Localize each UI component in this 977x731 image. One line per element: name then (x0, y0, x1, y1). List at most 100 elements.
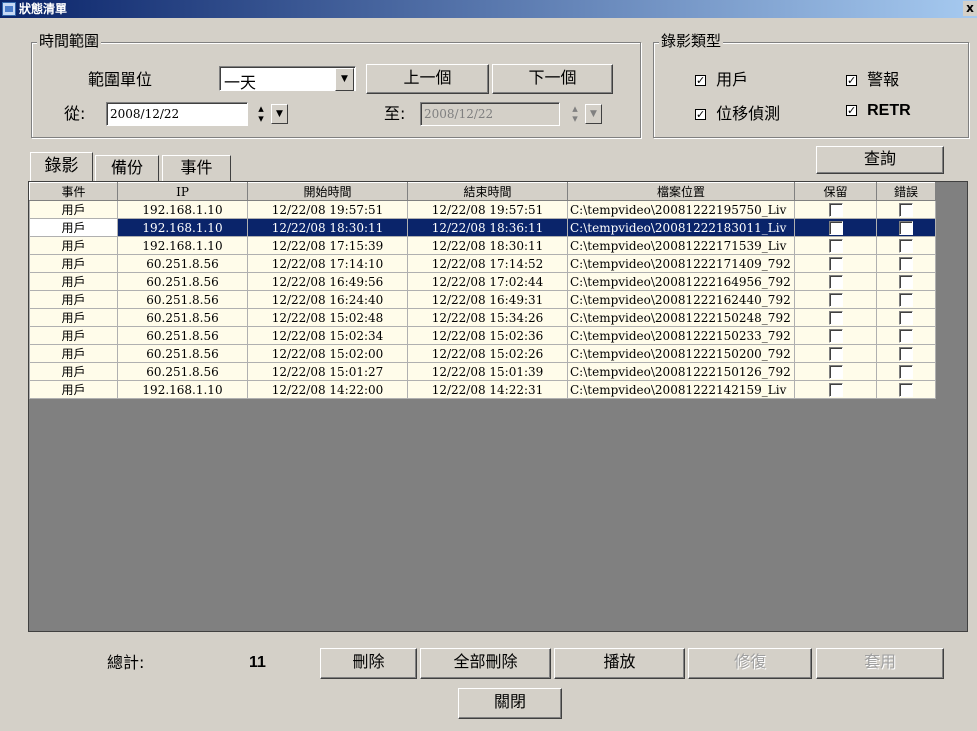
retr-checkbox-label: RETR (867, 102, 911, 119)
tab-recording[interactable]: 錄影 (30, 152, 93, 181)
cell-error (876, 236, 936, 255)
keep-checkbox[interactable] (828, 292, 843, 307)
to-label: 至: (384, 104, 406, 123)
cell-ip: 60.251.8.56 (117, 290, 248, 309)
cell-ip: 192.168.1.10 (117, 380, 248, 399)
cell-keep (794, 290, 877, 309)
cell-path: C:\tempvideo\20081222162440_792 (567, 290, 795, 309)
error-checkbox[interactable] (899, 382, 913, 397)
total-value: 11 (249, 654, 266, 671)
error-checkbox[interactable] (899, 364, 913, 379)
keep-checkbox[interactable] (828, 220, 843, 235)
error-checkbox[interactable] (899, 310, 913, 325)
cell-error (876, 254, 936, 273)
table-row[interactable]: 用戶 192.168.1.10 12/22/08 19:57:51 12/22/08 … (29, 200, 936, 219)
tab-backup[interactable]: 備份 (95, 155, 159, 181)
keep-checkbox[interactable] (828, 310, 843, 325)
col-path-header[interactable]: 檔案位置 (567, 182, 795, 201)
cell-event: 用戶 (29, 218, 118, 237)
table-row[interactable]: 用戶 192.168.1.10 12/22/08 17:15:39 12/22/08 … (29, 236, 936, 255)
cell-event: 用戶 (29, 344, 118, 363)
error-checkbox[interactable] (899, 292, 913, 307)
col-ip-header[interactable]: IP (117, 182, 248, 201)
table-row[interactable]: 用戶 192.168.1.10 12/22/08 18:30:11 12/22/08 … (29, 218, 936, 237)
table-row[interactable]: 用戶 60.251.8.56 12/22/08 15:02:48 12/22/08 1… (29, 308, 936, 327)
keep-checkbox[interactable] (828, 346, 843, 361)
chevron-down-icon[interactable]: ▼ (335, 68, 354, 91)
cell-path: C:\tempvideo\20081222150200_792 (567, 344, 795, 363)
keep-checkbox[interactable] (828, 328, 843, 343)
close-button[interactable]: 關閉 (458, 688, 562, 719)
cell-keep (794, 362, 877, 381)
table-row[interactable]: 用戶 60.251.8.56 12/22/08 15:02:34 12/22/08 1… (29, 326, 936, 345)
error-checkbox[interactable] (899, 274, 913, 289)
col-error-header[interactable]: 錯誤 (876, 182, 936, 201)
table-row[interactable]: 用戶 192.168.1.10 12/22/08 14:22:00 12/22/08 … (29, 380, 936, 399)
cell-keep (794, 380, 877, 399)
error-checkbox[interactable] (899, 238, 913, 253)
motion-checkbox[interactable]: ✓ 位移偵測 (695, 100, 780, 124)
alarm-checkbox-label: 警報 (867, 70, 900, 89)
col-end-header[interactable]: 結束時間 (407, 182, 568, 201)
keep-checkbox[interactable] (828, 364, 843, 379)
cell-event: 用戶 (29, 254, 118, 273)
cell-ip: 192.168.1.10 (117, 218, 248, 237)
cell-end: 12/22/08 15:01:39 (407, 362, 568, 381)
close-icon[interactable]: x (963, 1, 977, 16)
error-checkbox[interactable] (899, 346, 913, 361)
keep-checkbox[interactable] (828, 382, 843, 397)
cell-event: 用戶 (29, 290, 118, 309)
error-checkbox[interactable] (899, 220, 913, 235)
keep-checkbox[interactable] (828, 238, 843, 253)
prev-button[interactable]: 上一個 (366, 64, 489, 94)
cell-path: C:\tempvideo\20081222164956_792 (567, 272, 795, 291)
from-spin-icon[interactable]: ▴ ▾ (252, 103, 270, 124)
table-row[interactable]: 用戶 60.251.8.56 12/22/08 16:49:56 12/22/08 1… (29, 272, 936, 291)
from-date-field[interactable]: 2008/12/22 (106, 102, 248, 126)
cell-path: C:\tempvideo\20081222171539_Liv (567, 236, 795, 255)
tab-event[interactable]: 事件 (162, 155, 231, 181)
table-row[interactable]: 用戶 60.251.8.56 12/22/08 17:14:10 12/22/08 1… (29, 254, 936, 273)
from-dropdown-icon[interactable]: ▼ (271, 104, 288, 124)
alarm-checkbox[interactable]: ✓ 警報 (846, 66, 899, 90)
to-date-field: 2008/12/22 (420, 102, 560, 126)
keep-checkbox[interactable] (828, 256, 843, 271)
cell-ip: 60.251.8.56 (117, 362, 248, 381)
table-row[interactable]: 用戶 60.251.8.56 12/22/08 16:24:40 12/22/08 1… (29, 290, 936, 309)
to-dropdown-icon: ▼ (585, 104, 602, 124)
delete-all-button[interactable]: 全部刪除 (420, 648, 551, 679)
cell-error (876, 272, 936, 291)
cell-event: 用戶 (29, 326, 118, 345)
play-button[interactable]: 播放 (554, 648, 685, 679)
query-button[interactable]: 查詢 (816, 146, 944, 174)
cell-end: 12/22/08 15:02:36 (407, 326, 568, 345)
cell-error (876, 326, 936, 345)
time-range-legend: 時間範圍 (37, 32, 102, 50)
retr-checkbox[interactable]: ✓ RETR (846, 100, 911, 120)
apply-button: 套用 (816, 648, 944, 679)
cell-ip: 60.251.8.56 (117, 344, 248, 363)
record-table[interactable]: 事件 IP 開始時間 結束時間 檔案位置 保留 錯誤 用戶 192.168.1.1… (28, 181, 968, 632)
col-start-header[interactable]: 開始時間 (247, 182, 408, 201)
title-bar: 狀態清單 x (0, 0, 977, 18)
next-button[interactable]: 下一個 (492, 64, 613, 94)
keep-checkbox[interactable] (828, 202, 843, 217)
keep-checkbox[interactable] (828, 274, 843, 289)
col-keep-header[interactable]: 保留 (794, 182, 877, 201)
table-row[interactable]: 用戶 60.251.8.56 12/22/08 15:02:00 12/22/08 1… (29, 344, 936, 363)
error-checkbox[interactable] (899, 256, 913, 271)
error-checkbox[interactable] (899, 202, 913, 217)
table-row[interactable]: 用戶 60.251.8.56 12/22/08 15:01:27 12/22/08 1… (29, 362, 936, 381)
delete-button[interactable]: 刪除 (320, 648, 417, 679)
cell-path: C:\tempvideo\20081222142159_Liv (567, 380, 795, 399)
range-unit-select[interactable]: 一天 ▼ (219, 66, 356, 92)
cell-path: C:\tempvideo\20081222195750_Liv (567, 200, 795, 219)
col-event-header[interactable]: 事件 (29, 182, 118, 201)
user-checkbox[interactable]: ✓ 用戶 (695, 66, 748, 90)
check-icon: ✓ (695, 74, 706, 87)
cell-event: 用戶 (29, 200, 118, 219)
error-checkbox[interactable] (899, 328, 913, 343)
cell-start: 12/22/08 15:01:27 (247, 362, 408, 381)
cell-keep (794, 218, 877, 237)
cell-keep (794, 344, 877, 363)
